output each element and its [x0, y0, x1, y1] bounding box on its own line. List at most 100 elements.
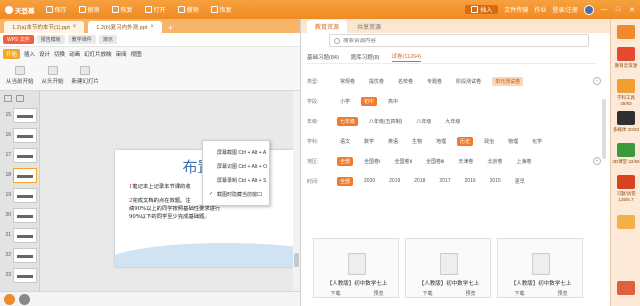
preview-button[interactable]: 预览 [465, 290, 475, 297]
filter-option[interactable]: 化学 [529, 137, 545, 146]
thumbnail-row[interactable]: 17 [0, 145, 39, 165]
redo-button[interactable]: 恢复 [106, 5, 139, 14]
redo2-button[interactable]: 恢复 [205, 5, 238, 14]
courseware-chip[interactable]: 教学课件 [67, 35, 96, 44]
filter-option[interactable]: 2019 [386, 177, 403, 185]
filter-option[interactable]: 全国卷Ⅲ [423, 157, 447, 166]
subtab-exam-papers[interactable]: 试卷(11264) [391, 52, 422, 62]
tab-shared-resources[interactable]: 共享资源 [349, 20, 389, 33]
filter-option[interactable]: 2017 [436, 177, 453, 185]
outline-view-icon[interactable] [4, 94, 12, 102]
thumbnail-row[interactable]: 21 [0, 225, 39, 245]
menu-home[interactable]: 开始 [3, 49, 21, 59]
add-tab-icon[interactable]: + [162, 23, 179, 33]
resource-card[interactable]: 【人教版】初中数学七上 下载 预览 [497, 238, 583, 298]
sidebar-tool-media[interactable]: 多媒体 20/33 [611, 111, 640, 133]
app-menu-button[interactable]: 天登幕 [0, 5, 40, 15]
expand-filter-icon[interactable]: + [593, 157, 601, 165]
menu-transition[interactable]: 切换 [54, 50, 65, 58]
slide-thumbnail[interactable] [13, 127, 37, 143]
thumbnail-row[interactable]: 22 [0, 245, 39, 265]
undo2-button[interactable]: 撤销 [172, 5, 205, 14]
menu-item-ocr[interactable]: 屏幕识图 Ctrl + Alt + O [203, 159, 269, 173]
play-current-button[interactable]: 从当前开始 [6, 65, 34, 85]
present-chip[interactable]: 演示 [98, 35, 117, 44]
preview-button[interactable]: 预览 [557, 290, 567, 297]
filter-option[interactable]: 小学 [337, 97, 353, 106]
scrollbar-thumb[interactable] [294, 253, 299, 267]
filter-option-selected[interactable]: 七年级 [337, 116, 359, 126]
filter-option[interactable]: 2015 [487, 177, 504, 185]
search-input[interactable] [343, 37, 543, 44]
resource-card[interactable]: 【人教版】初中数学七上 下载 预览 [405, 238, 491, 298]
tab-education-resources[interactable]: 教育资源 [307, 20, 348, 33]
filter-option[interactable]: 物理 [505, 137, 521, 146]
filter-option[interactable]: 高中 [385, 97, 401, 106]
slide-thumbnail[interactable] [13, 187, 37, 203]
filter-option[interactable]: 提优卷 [366, 77, 387, 86]
new-slide-button[interactable]: 新建幻灯片 [72, 65, 99, 85]
slide-thumbnail[interactable] [13, 107, 37, 123]
menu-item-screenshot[interactable]: 屏幕截图 Ctrl + Alt + A [203, 145, 269, 159]
slide-thumbnail[interactable] [13, 207, 37, 223]
report-template-chip[interactable]: 报告模板 [36, 35, 65, 44]
slide-text-line-1[interactable]: 1笔记本上记录本节课的收 [129, 182, 191, 190]
doc-tab-1[interactable]: 1.2(a)本节的本节(1).ppt × [4, 21, 85, 33]
menu-design[interactable]: 设计 [39, 50, 50, 58]
subtab-basic-exercises[interactable]: 基础习题(84) [307, 53, 339, 61]
filter-option[interactable]: 专题卷 [424, 77, 445, 86]
slide-thumbnail-selected[interactable] [13, 167, 37, 183]
filter-option[interactable]: 政治 [481, 137, 497, 146]
menu-item-hide-window[interactable]: ✓ 截图时隐藏当前窗口 [203, 187, 269, 201]
preview-button[interactable]: 预览 [373, 290, 383, 297]
filter-option[interactable]: 更早 [512, 177, 528, 186]
menu-item-record[interactable]: 屏幕录制 Ctrl + Alt + S [203, 173, 269, 187]
filter-option[interactable]: 地理 [433, 137, 449, 146]
filter-option[interactable]: 八年级(五四制) [366, 117, 405, 126]
slide-thumbnail[interactable] [13, 147, 37, 163]
library-scrollbar[interactable] [602, 39, 608, 289]
menu-slideshow[interactable]: 幻灯片放映 [84, 50, 112, 58]
undo-button[interactable]: 撤销 [73, 5, 106, 14]
filter-option[interactable]: 常规卷 [337, 77, 358, 86]
resource-card[interactable]: 【人教版】初中数学七上 下载 预览 [313, 238, 399, 298]
thumbnail-row[interactable]: 23 [0, 265, 39, 285]
download-button[interactable]: 下载 [422, 290, 432, 297]
close-tab-icon[interactable]: × [150, 24, 154, 30]
filter-option[interactable]: 北京卷 [484, 157, 505, 166]
slide-text-line-2[interactable]: 2完成文档的点在效题。注 [129, 196, 191, 204]
subtab-question-bank[interactable]: 题库习题(8) [351, 53, 380, 61]
login-button[interactable]: 登录/注册 [552, 5, 578, 14]
filter-option[interactable]: 名校卷 [395, 77, 416, 86]
open-button[interactable]: 打开 [139, 5, 172, 14]
filter-option[interactable]: 全国卷Ⅰ [361, 157, 383, 166]
filter-option-selected[interactable]: 单元测试卷 [492, 76, 524, 86]
thumbnail-row[interactable]: 20 [0, 205, 39, 225]
thumbnail-row[interactable]: 15 [0, 105, 39, 125]
thumbnail-row[interactable]: 18 [0, 165, 39, 185]
filter-option[interactable]: 2020 [361, 177, 378, 185]
sidebar-tool-8[interactable] [611, 281, 640, 297]
filter-option-selected[interactable]: 全部 [337, 176, 354, 186]
homework-button[interactable]: 作业 [534, 5, 546, 14]
download-button[interactable]: 下载 [514, 290, 524, 297]
menu-insert[interactable]: 插入 [24, 50, 35, 58]
filter-option[interactable]: 九年级 [442, 117, 463, 126]
avatar[interactable] [584, 4, 594, 15]
slide-thumbnail[interactable] [13, 227, 37, 243]
doc-tab-2[interactable]: 1.2(b)复习内外测.ppt × [88, 21, 162, 33]
file-transfer-button[interactable]: 文件传输 [504, 5, 528, 14]
filter-option-selected[interactable]: 初中 [361, 96, 378, 106]
slide-text-line-4[interactable]: 90%以下的同学至少完成基础题。 [129, 212, 210, 220]
wps-file-chip[interactable]: WPS 文件 [3, 35, 34, 44]
download-button[interactable]: 下载 [330, 290, 340, 297]
close-tab-icon[interactable]: × [73, 24, 77, 30]
sidebar-tool-subject[interactable]: 学科工具 45/93 [611, 79, 640, 106]
filter-option[interactable]: 英语 [385, 137, 401, 146]
play-start-button[interactable]: 从头开始 [42, 65, 64, 85]
filter-option-selected[interactable]: 全部 [337, 156, 354, 166]
filter-option-selected[interactable]: 历史 [457, 136, 474, 146]
close-icon[interactable]: ✕ [628, 6, 636, 14]
minimize-icon[interactable]: — [600, 6, 608, 13]
save-button[interactable]: 保存 [40, 5, 73, 14]
